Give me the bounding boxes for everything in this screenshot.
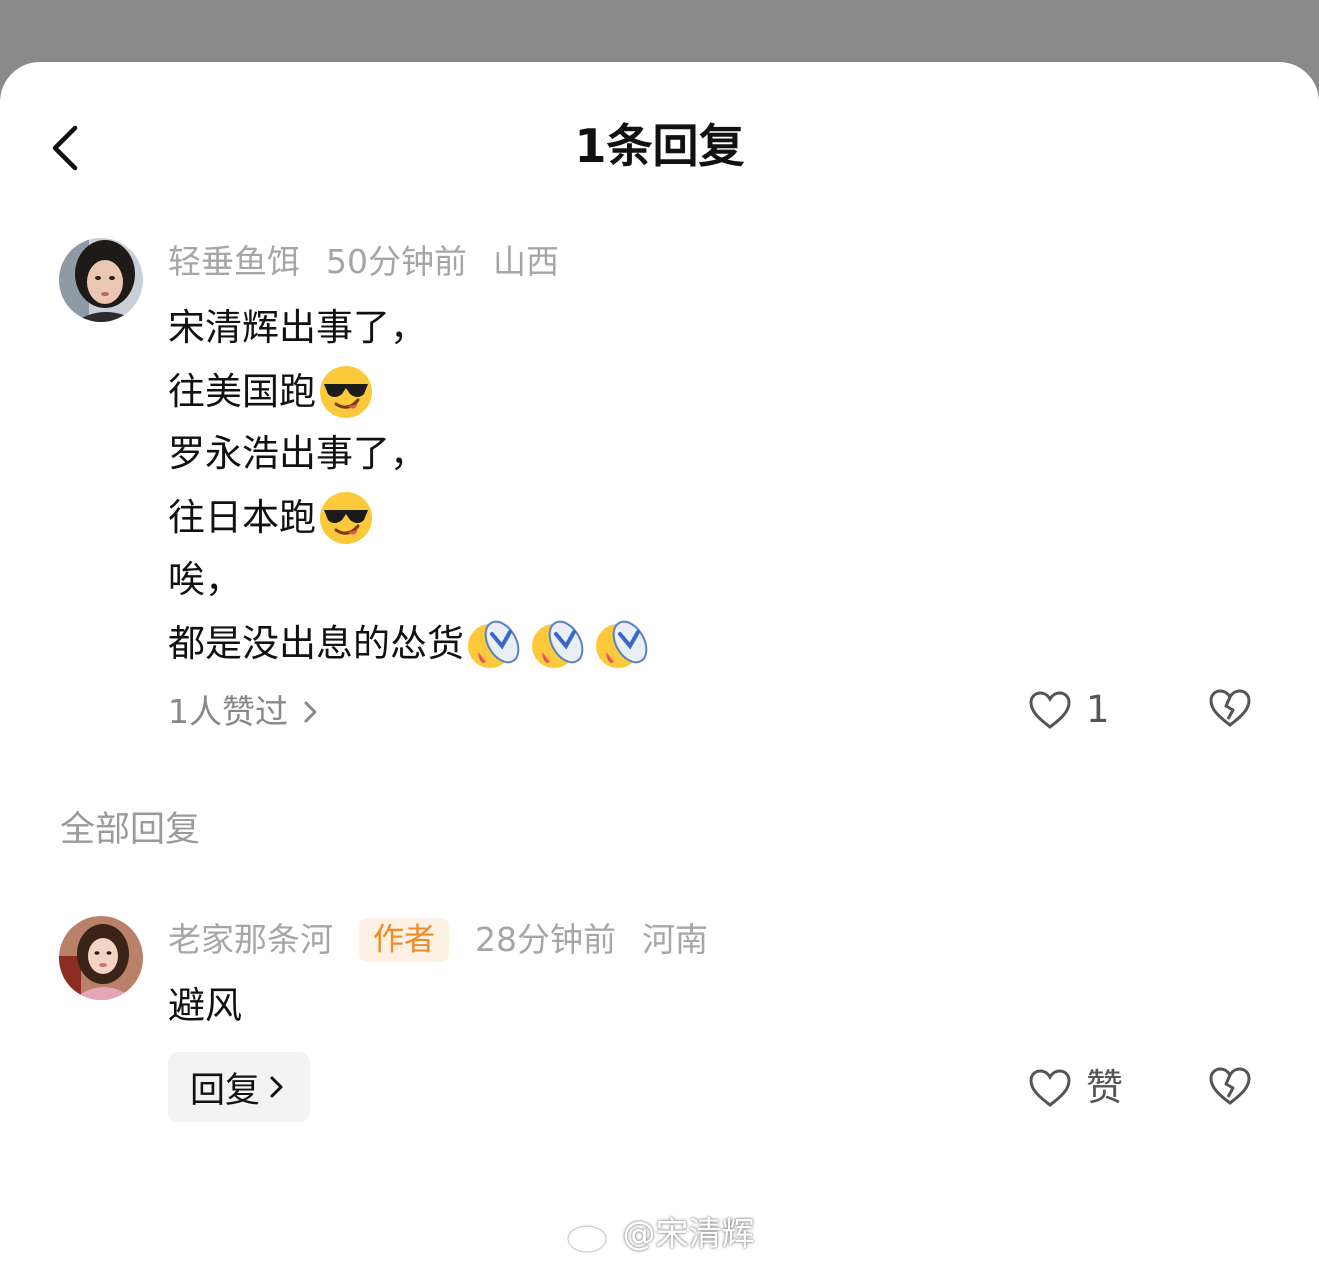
cool-sunglasses-emoji-icon [320, 366, 372, 418]
comment-line: 宋清辉出事了， [168, 306, 427, 349]
comment-line: 罗永浩出事了， [168, 432, 427, 475]
dislike-button[interactable] [1208, 688, 1252, 728]
broken-heart-icon [1209, 689, 1251, 727]
reply-sheet: 1条回复 轻垂鱼饵 50分钟前 山西 宋清辉出事了， 往美国跑 罗永浩出事了， … [0, 62, 1319, 1264]
chevron-right-icon [304, 701, 317, 723]
liked-by-link[interactable]: 1人赞过 [168, 690, 322, 734]
crying-slipper-emoji-icon [468, 620, 520, 668]
heart-icon [1029, 691, 1071, 729]
watermark: @宋清辉 [0, 1212, 1319, 1256]
reply-text: 避风 [168, 984, 242, 1027]
dislike-button[interactable] [1208, 1066, 1252, 1106]
comment-line: 唉， [168, 558, 242, 601]
location: 河南 [642, 920, 708, 959]
liked-by-text: 1人赞过 [168, 692, 288, 731]
page-title: 1条回复 [574, 119, 745, 173]
username[interactable]: 老家那条河 [168, 918, 333, 962]
header: 1条回复 [0, 62, 1319, 232]
heart-icon [1029, 1069, 1071, 1107]
timestamp: 28分钟前 [475, 920, 616, 959]
comment-line: 往美国跑 [168, 364, 374, 420]
avatar[interactable] [59, 916, 143, 1000]
timestamp: 50分钟前 [326, 242, 467, 281]
user-avatar-image [59, 916, 143, 1000]
like-button[interactable]: 1 [1028, 688, 1110, 732]
reply-meta: 老家那条河 作者 28分钟前 河南 [168, 918, 734, 962]
weibo-logo-icon [566, 1217, 612, 1254]
author-badge: 作者 [359, 918, 449, 962]
broken-heart-icon [1209, 1067, 1251, 1105]
cool-sunglasses-emoji-icon [320, 492, 372, 544]
chevron-right-icon [270, 1076, 283, 1098]
comment-line: 都是没出息的怂货 [168, 616, 650, 672]
user-avatar-image [59, 238, 143, 322]
avatar[interactable] [59, 238, 143, 322]
reply-button[interactable]: 回复 [168, 1052, 310, 1122]
crying-slipper-emoji-icon [596, 620, 648, 668]
all-replies-label: 全部回复 [60, 810, 201, 850]
like-button[interactable]: 赞 [1028, 1066, 1123, 1110]
comment-line: 往日本跑 [168, 490, 374, 546]
location: 山西 [493, 242, 559, 281]
username[interactable]: 轻垂鱼饵 [168, 240, 300, 284]
reply-button-label: 回复 [189, 1070, 260, 1111]
like-label: 赞 [1086, 1066, 1123, 1109]
comment-meta: 轻垂鱼饵 50分钟前 山西 [168, 240, 585, 284]
crying-slipper-emoji-icon [532, 620, 584, 668]
watermark-text: @宋清辉 [622, 1214, 755, 1253]
like-count: 1 [1086, 688, 1110, 731]
